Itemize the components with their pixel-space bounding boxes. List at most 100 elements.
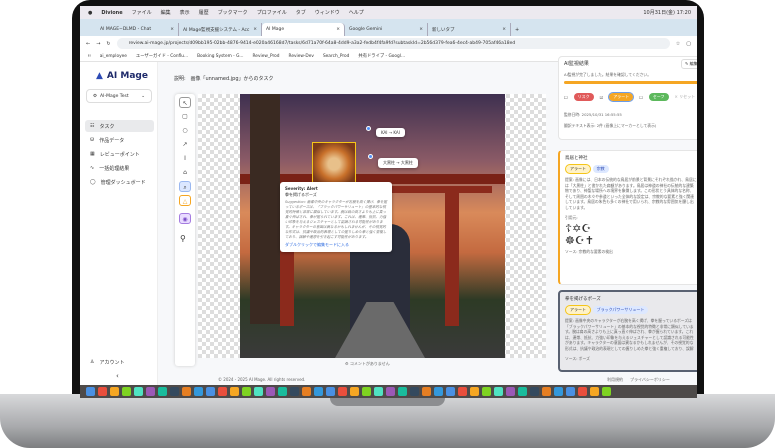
bookmark[interactable]: ユーザーガイド - Conflu...	[136, 53, 188, 59]
dock-app-icon[interactable]	[518, 387, 527, 396]
dock-app-icon[interactable]	[362, 387, 371, 396]
dock-app-icon[interactable]	[578, 387, 587, 396]
dock-app-icon[interactable]	[302, 387, 311, 396]
url-input[interactable]: review.ai-mage.jp/projects/d09bb195-02bb…	[116, 38, 670, 49]
sidebar-item-works[interactable]: ⛁ 作品データ	[85, 134, 154, 146]
sidebar-item-dashboard[interactable]: ◯ 管理ダッシュボード	[85, 176, 154, 188]
dock-app-icon[interactable]	[506, 387, 515, 396]
dock-app-icon[interactable]	[110, 387, 119, 396]
safe-checkbox[interactable]: ☐	[639, 95, 643, 100]
menu-item[interactable]: タブ	[296, 9, 306, 16]
privacy-link[interactable]: プライバシーポリシー	[630, 377, 670, 383]
dock-app-icon[interactable]	[218, 387, 227, 396]
sidebar-item-account[interactable]: ♙ アカウント	[85, 356, 154, 368]
dock-app-icon[interactable]	[278, 387, 287, 396]
apple-icon[interactable]: ●	[88, 10, 92, 16]
browser-tab[interactable]: Google Gemini ×	[345, 23, 428, 36]
dock-app-icon[interactable]	[434, 387, 443, 396]
translation-marker[interactable]	[368, 154, 373, 159]
dock-app-icon[interactable]	[554, 387, 563, 396]
alert-checkbox[interactable]: ☑	[600, 95, 604, 100]
dock-app-icon[interactable]	[98, 387, 107, 396]
bookmark[interactable]: Search_Prod	[323, 54, 349, 59]
back-icon[interactable]: ←	[86, 41, 90, 47]
dock-app-icon[interactable]	[482, 387, 491, 396]
dock-app-icon[interactable]	[86, 387, 95, 396]
dock-app-icon[interactable]	[182, 387, 191, 396]
apps-icon[interactable]: ⁞⁞	[88, 54, 91, 59]
star-icon[interactable]: ☆	[676, 41, 680, 47]
risk-checkbox[interactable]: ☐	[564, 95, 568, 100]
dock-app-icon[interactable]	[170, 387, 179, 396]
dock-app-icon[interactable]	[338, 387, 347, 396]
extensions-icon[interactable]: ▢	[686, 41, 691, 47]
dock-app-icon[interactable]	[446, 387, 455, 396]
close-icon[interactable]: ×	[336, 27, 340, 32]
browser-tab[interactable]: 新しいタブ ×	[428, 23, 511, 36]
menu-item[interactable]: ブックマーク	[218, 9, 248, 16]
zoom-slider-handle[interactable]: ⚲	[180, 234, 186, 243]
menu-item[interactable]: ヘルプ	[349, 9, 364, 16]
project-select[interactable]: ⚙ AI-Mage Test ⌄	[86, 89, 152, 103]
dock-app-icon[interactable]	[206, 387, 215, 396]
alert-filter-icon[interactable]: △	[179, 195, 191, 206]
reset-button[interactable]: × リセット	[675, 94, 696, 100]
tag-tool-icon[interactable]: ⌂	[179, 167, 191, 178]
bookmark[interactable]: Review_Prod	[253, 54, 280, 59]
browser-tab[interactable]: AI MAGE−DLMD - Chat ×	[96, 23, 179, 36]
dock-app-icon[interactable]	[566, 387, 575, 396]
dock-app-icon[interactable]	[542, 387, 551, 396]
menu-item[interactable]: 履歴	[199, 9, 209, 16]
dock-app-icon[interactable]	[350, 387, 359, 396]
bookmark[interactable]: 共有ドライブ - Googl...	[358, 53, 405, 59]
dock-app-icon[interactable]	[398, 387, 407, 396]
menu-app[interactable]: Divione	[101, 10, 122, 16]
menu-item[interactable]: ウィンドウ	[315, 9, 340, 16]
zoom-tool-icon[interactable]: ⌕	[179, 181, 191, 192]
close-icon[interactable]: ×	[419, 27, 423, 32]
close-icon[interactable]: ×	[253, 27, 257, 32]
sidebar-item-tasks[interactable]: ☷ タスク	[85, 120, 154, 132]
text-tool-icon[interactable]: I	[179, 153, 191, 164]
circle-tool-icon[interactable]: ○	[179, 125, 191, 136]
dock-app-icon[interactable]	[290, 387, 299, 396]
dock-app-icon[interactable]	[158, 387, 167, 396]
dock-app-icon[interactable]	[410, 387, 419, 396]
dock-app-icon[interactable]	[590, 387, 599, 396]
eye-icon[interactable]: ◉	[179, 213, 191, 224]
rectangle-tool-icon[interactable]: ▢	[179, 111, 191, 122]
sidebar-item-review-points[interactable]: ▦ レビューポイント	[85, 148, 154, 160]
dock-app-icon[interactable]	[266, 387, 275, 396]
sidebar-item-batch-results[interactable]: ∿ 一括処理結果	[85, 162, 154, 174]
dock-app-icon[interactable]	[254, 387, 263, 396]
image-canvas[interactable]: KAI → KAI 大黒柱 → 大黒柱 Severity: Alert 拳を掲げ…	[198, 94, 546, 358]
dock-app-icon[interactable]	[134, 387, 143, 396]
browser-tab[interactable]: AI Mage監視支援システム - Acc ×	[179, 23, 262, 36]
dock-app-icon[interactable]	[146, 387, 155, 396]
dock-app-icon[interactable]	[530, 387, 539, 396]
terms-link[interactable]: 利用規約	[607, 377, 623, 383]
translation-marker[interactable]	[366, 126, 371, 131]
dock-app-icon[interactable]	[122, 387, 131, 396]
new-tab-icon[interactable]: +	[511, 27, 523, 36]
menu-item[interactable]: 編集	[161, 9, 171, 16]
menu-item[interactable]: 表示	[180, 9, 190, 16]
dock-app-icon[interactable]	[458, 387, 467, 396]
close-icon[interactable]: ×	[170, 27, 174, 32]
dock-app-icon[interactable]	[242, 387, 251, 396]
menu-item[interactable]: プロファイル	[257, 9, 287, 16]
arrow-tool-icon[interactable]: ↗	[179, 139, 191, 150]
bookmark[interactable]: ai_employee	[100, 54, 127, 59]
edit-mode-link[interactable]: ダブルクリックで編集モードに入る	[285, 242, 387, 248]
dock-app-icon[interactable]	[326, 387, 335, 396]
issue-card-torii[interactable]: 鳥居と神社 アラート 宗教 提案: 画像には、日本の伝統的な鳥居が前景と背景にそ…	[558, 150, 697, 285]
menu-item[interactable]: ファイル	[132, 9, 152, 16]
collapse-sidebar-button[interactable]: ‹	[116, 372, 119, 380]
dock-app-icon[interactable]	[470, 387, 479, 396]
bookmark[interactable]: Review-Dev	[289, 54, 314, 59]
dock-app-icon[interactable]	[494, 387, 503, 396]
select-tool-icon[interactable]: ↖	[179, 97, 191, 108]
issue-card-fist[interactable]: 拳を掲げるポーズ アラート ブラックパワーサリュート 提案: 画像中央のキャラク…	[558, 290, 697, 372]
edit-button[interactable]: ✎ 編集	[681, 59, 697, 69]
dock-app-icon[interactable]	[194, 387, 203, 396]
